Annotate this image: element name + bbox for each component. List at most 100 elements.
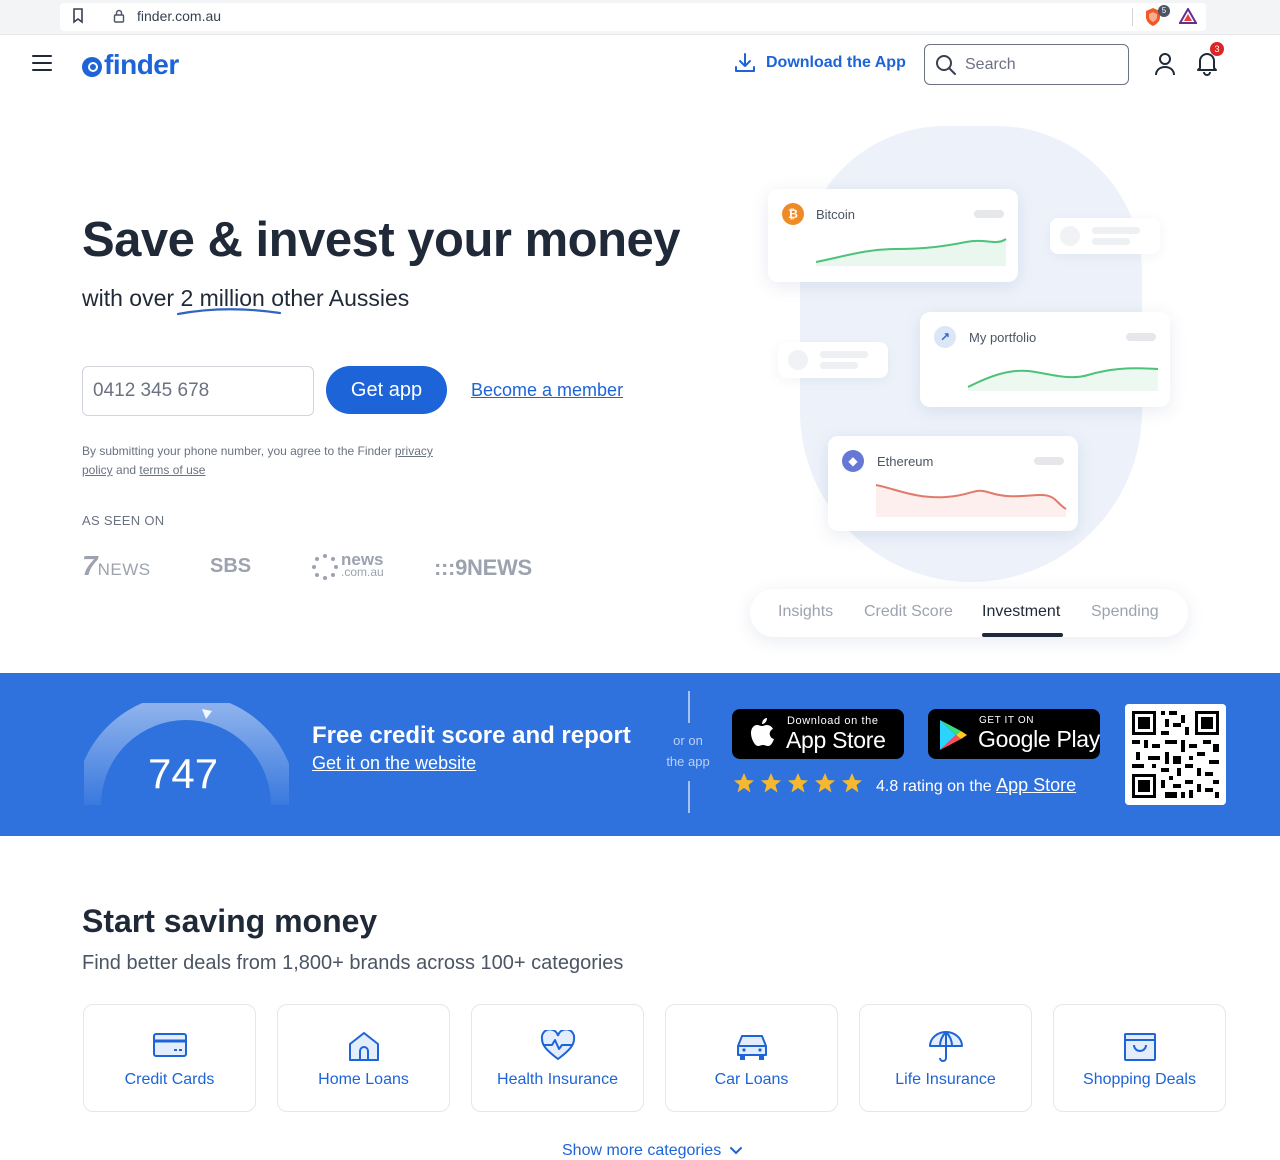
- search-input[interactable]: [965, 55, 1115, 74]
- finder-logo-mark: [82, 56, 102, 77]
- download-icon: [735, 53, 755, 72]
- app-store-button[interactable]: Download on the App Store: [732, 709, 904, 759]
- phone-number-input[interactable]: [82, 366, 314, 416]
- terms-of-use-link[interactable]: terms of use: [139, 463, 205, 477]
- credit-card-icon: [153, 1033, 187, 1057]
- category-shopping-deals[interactable]: Shopping Deals: [1053, 1004, 1226, 1112]
- get-it-on-website-link[interactable]: Get it on the website: [312, 753, 476, 774]
- bitcoin-icon: ₿: [782, 203, 804, 225]
- subtitle-after: other Aussies: [271, 285, 410, 311]
- as-seen-on-label: AS SEEN ON: [82, 513, 165, 528]
- sbs-logo: SBS: [210, 555, 252, 577]
- chevron-down-icon: [730, 1147, 743, 1155]
- bitcoin-sparkline: [816, 238, 1007, 266]
- 9news-logo: :::9NEWS: [434, 555, 532, 580]
- google-play-small-text: GET IT ON: [979, 715, 1035, 726]
- hero-subtitle: with over 2 million other Aussies: [82, 285, 410, 316]
- car-icon: [737, 1035, 767, 1060]
- heart-pulse-icon: [540, 1030, 576, 1061]
- category-label: Car Loans: [714, 1071, 789, 1088]
- logo-text: finder: [104, 49, 179, 80]
- url-text[interactable]: finder.com.au: [137, 8, 221, 24]
- app-rating: 4.8 rating on the App Store: [876, 775, 1076, 796]
- bookmark-icon[interactable]: [72, 8, 84, 24]
- bitcoin-label: Bitcoin: [816, 207, 856, 222]
- category-label: Credit Cards: [124, 1071, 215, 1088]
- download-app-link[interactable]: Download the App: [734, 52, 906, 74]
- notification-count-badge: 3: [1210, 42, 1224, 56]
- menu-icon[interactable]: [32, 55, 52, 73]
- category-label: Home Loans: [318, 1071, 409, 1088]
- star-icon: [761, 773, 781, 793]
- category-label: Shopping Deals: [1083, 1071, 1196, 1088]
- placeholder-pill: [974, 210, 1004, 218]
- tab-insights[interactable]: Insights: [778, 603, 833, 621]
- star-icon: [842, 773, 862, 793]
- category-life-insurance[interactable]: Life Insurance: [859, 1004, 1032, 1112]
- category-credit-cards[interactable]: Credit Cards: [83, 1004, 256, 1112]
- disclaimer-and: and: [116, 463, 137, 477]
- credit-score-title: Free credit score and report: [312, 722, 631, 749]
- search-box[interactable]: [924, 44, 1129, 85]
- category-label: Health Insurance: [497, 1071, 618, 1088]
- get-app-button[interactable]: Get app: [326, 366, 447, 414]
- category-health-insurance[interactable]: Health Insurance: [471, 1004, 644, 1112]
- portfolio-label: My portfolio: [969, 330, 1037, 345]
- download-app-label: Download the App: [766, 54, 906, 71]
- placeholder-pill: [1126, 333, 1156, 341]
- section-subtitle: Find better deals from 1,800+ brands acr…: [82, 952, 624, 974]
- credit-score-value: 747: [148, 750, 219, 797]
- news-dots-icon: [312, 554, 338, 580]
- news-com-au-logo: news .com.au: [312, 551, 384, 580]
- become-member-link[interactable]: Become a member: [471, 380, 623, 401]
- tab-spending[interactable]: Spending: [1091, 603, 1159, 621]
- brave-rewards-icon[interactable]: [1179, 8, 1197, 24]
- hero-title: Save & invest your money: [82, 213, 681, 267]
- bitcoin-card: ₿ Bitcoin: [768, 189, 1018, 282]
- placeholder-pill: [1034, 457, 1064, 465]
- star-icon: [734, 773, 754, 793]
- category-label: Life Insurance: [895, 1071, 996, 1088]
- app-store-rating-link[interactable]: App Store: [996, 775, 1076, 795]
- category-car-loans[interactable]: Car Loans: [665, 1004, 838, 1112]
- lock-icon: [113, 9, 125, 23]
- house-icon: [349, 1032, 379, 1061]
- category-home-loans[interactable]: Home Loans: [277, 1004, 450, 1112]
- star-icon: [788, 773, 808, 793]
- show-more-label: Show more categories: [562, 1142, 722, 1159]
- ethereum-label: Ethereum: [877, 454, 934, 469]
- ethereum-sparkline: [876, 484, 1067, 517]
- placeholder-card: [1050, 218, 1160, 254]
- phone-disclaimer: By submitting your phone number, you agr…: [82, 442, 452, 480]
- qr-code[interactable]: [1125, 704, 1226, 805]
- show-more-categories-link[interactable]: Show more categories: [562, 1142, 743, 1160]
- finder-logo[interactable]: finder: [82, 49, 179, 81]
- umbrella-icon: [929, 1031, 963, 1062]
- or-on-the-app: or on the app: [660, 730, 716, 772]
- google-play-icon: [940, 720, 967, 750]
- 7news-logo: 7NEWS: [82, 550, 151, 581]
- subtitle-highlight-wrap: 2 million: [177, 285, 282, 316]
- the-app-label: the app: [666, 754, 710, 769]
- ethereum-card: ◆ Ethereum: [828, 436, 1078, 531]
- divider-top: [688, 691, 690, 723]
- portfolio-card: ↗ My portfolio: [920, 312, 1170, 407]
- google-play-big-text: Google Play: [978, 726, 1100, 752]
- toolbar-divider: [1132, 8, 1133, 26]
- star-icon: [815, 773, 835, 793]
- address-bar[interactable]: [60, 3, 1206, 31]
- shopping-bag-icon: [1124, 1033, 1156, 1061]
- or-on-label: or on: [673, 733, 703, 748]
- portfolio-sparkline: [968, 367, 1159, 391]
- shield-count-badge: 5: [1158, 5, 1170, 17]
- app-illustration: ₿ Bitcoin ↗ My portfolio ◆ Ethereum: [760, 120, 1200, 590]
- tab-credit-score[interactable]: Credit Score: [864, 603, 953, 621]
- browser-toolbar: finder.com.au 5: [0, 0, 1280, 35]
- google-play-button[interactable]: GET IT ON Google Play: [928, 709, 1100, 759]
- user-account-icon[interactable]: [1154, 52, 1176, 76]
- ethereum-icon: ◆: [842, 450, 864, 472]
- tab-investment[interactable]: Investment: [982, 603, 1060, 621]
- rating-stars: [733, 772, 863, 794]
- section-title: Start saving money: [82, 903, 378, 939]
- app-store-small-text: Download on the: [787, 715, 879, 727]
